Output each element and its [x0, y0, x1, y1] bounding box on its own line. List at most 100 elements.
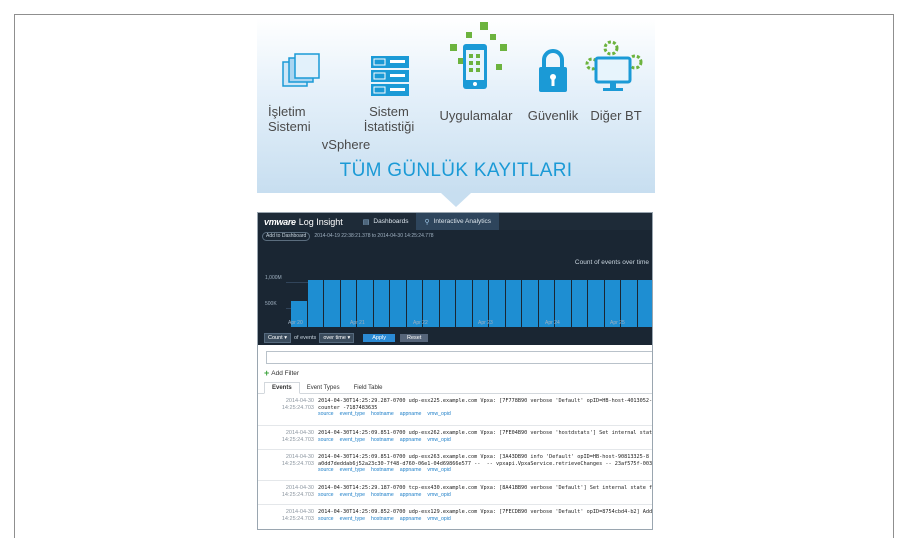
add-filter-link[interactable]: + Add Filter [258, 367, 652, 379]
field-link[interactable]: hostname [371, 411, 394, 417]
event-row[interactable]: 2014-04-30 14:25:24.703 2014-04-30T14:25:… [258, 450, 652, 481]
x-tick: Apr 22 [413, 320, 428, 326]
field-link[interactable]: hostname [371, 492, 394, 498]
chart-bar[interactable] [390, 280, 407, 327]
field-link[interactable]: event_type [340, 467, 365, 473]
field-link[interactable]: vmw_opid [427, 467, 450, 473]
result-tabs: Events Event Types Field Table [258, 381, 652, 394]
event-timestamp: 2014-04-30 14:25:24.703 [281, 454, 314, 467]
tab-events[interactable]: Events [264, 382, 300, 394]
x-tick: Apr 20 [288, 320, 303, 326]
field-link[interactable]: hostname [371, 437, 394, 443]
field-link[interactable]: event_type [340, 437, 365, 443]
event-field-links: source event_type hostname appname vmw_opid [318, 467, 457, 473]
x-tick: Apr 23 [478, 320, 493, 326]
field-link[interactable]: vmw_opid [427, 492, 450, 498]
event-message: 2014-04-30T14:25:09.851-0700 udp-esx262.… [318, 430, 653, 436]
apply-button[interactable]: Apply [363, 333, 395, 342]
field-link[interactable]: event_type [340, 516, 365, 522]
dashboard-icon: ▤ [362, 218, 370, 226]
event-timestamp: 2014-04-30 14:25:24.703 [281, 509, 314, 522]
field-link[interactable]: source [318, 516, 334, 522]
field-link[interactable]: event_type [340, 492, 365, 498]
chart-subbar: Add to Dashboard 2014-04-19 22:38:21.378… [258, 230, 652, 242]
field-link[interactable]: vmw_opid [427, 437, 450, 443]
banner-pointer [441, 193, 471, 207]
category-vsphere: vSphere [321, 137, 371, 152]
field-link[interactable]: vmw_opid [427, 516, 450, 522]
chart-bar[interactable] [439, 280, 456, 327]
chart-area: Add to Dashboard 2014-04-19 22:38:21.378… [258, 230, 652, 330]
field-link[interactable]: appname [400, 437, 422, 443]
server-icon [368, 55, 412, 104]
field-link[interactable]: appname [400, 411, 422, 417]
chart-bar[interactable] [373, 280, 390, 327]
chart-bar[interactable] [637, 280, 652, 327]
event-row[interactable]: 2014-04-30 14:25:24.703 2014-04-30T14:25:… [258, 426, 652, 450]
chart-bar[interactable] [505, 280, 522, 327]
field-link[interactable]: hostname [371, 516, 394, 522]
tab-dashboards[interactable]: ▤ Dashboards [355, 213, 417, 230]
field-link[interactable]: appname [400, 467, 422, 473]
event-timestamp: 2014-04-30 14:25:24.703 [281, 430, 314, 443]
event-field-links: source event_type hostname appname vmw_opid [318, 411, 457, 417]
field-link[interactable]: appname [400, 492, 422, 498]
x-tick: Apr 21 [350, 320, 365, 326]
event-row[interactable]: 2014-04-30 14:25:24.703 2014-04-30T14:25:… [258, 394, 652, 426]
category-security: Güvenlik [527, 108, 579, 123]
over-time-select[interactable]: over time ▾ [319, 332, 355, 343]
event-row[interactable]: 2014-04-30 14:25:24.703 2014-04-30T14:25:… [258, 505, 653, 529]
search-icon: ⚲ [424, 218, 430, 226]
event-message: 2014-04-30T14:25:29.187-0700 tcp-esx430.… [318, 485, 653, 491]
chart-bar[interactable] [307, 280, 324, 327]
banner-title: TÜM GÜNLÜK KAYITLARI [339, 160, 573, 181]
category-other: Diğer BT [590, 108, 642, 123]
chart-bar[interactable] [522, 280, 539, 327]
add-to-dashboard-button[interactable]: Add to Dashboard [262, 231, 311, 241]
event-field-links: source event_type hostname appname vmw_opid [318, 437, 457, 443]
tab-field-table[interactable]: Field Table [347, 383, 390, 393]
brand-logo: vmware Log Insight [264, 216, 343, 227]
count-select[interactable]: Count ▾ [264, 332, 291, 343]
y-tick: 500K [265, 301, 277, 307]
query-controls: Count ▾ of events over time ▾ Apply Rese… [258, 330, 652, 345]
tab-event-types[interactable]: Event Types [300, 383, 347, 393]
time-range: 2014-04-19 22:38:21.378 to 2014-04-30 14… [314, 233, 434, 239]
field-link[interactable]: event_type [340, 411, 365, 417]
search-row [258, 345, 652, 364]
field-link[interactable]: vmw_opid [427, 411, 450, 417]
category-stats: Sistem İstatistiği [363, 104, 415, 134]
field-link[interactable]: source [318, 492, 334, 498]
apps-icon [446, 20, 510, 105]
chart-bar[interactable] [571, 280, 588, 327]
chart-bar[interactable] [324, 280, 341, 327]
chart-bar[interactable] [456, 280, 473, 327]
of-events-label: of events [293, 334, 317, 341]
x-tick: Apr 24 [545, 320, 560, 326]
event-row[interactable]: 2014-04-30 14:25:24.703 2014-04-30T14:25:… [258, 481, 652, 505]
monitor-gears-icon [584, 38, 646, 103]
event-message: 2014-04-30T14:25:09.852-0700 udp-esx129.… [318, 509, 653, 515]
field-link[interactable]: source [318, 467, 334, 473]
x-tick: Apr 25 [610, 320, 625, 326]
event-field-links: source event_type hostname appname vmw_opid [318, 492, 457, 498]
app-header: vmware Log Insight ▤ Dashboards ⚲ Interac… [258, 213, 652, 230]
event-timestamp: 2014-04-30 14:25:24.703 [281, 398, 314, 411]
chart-bar[interactable] [588, 280, 605, 327]
lock-icon [536, 48, 570, 99]
reset-button[interactable]: Reset [400, 333, 429, 342]
event-message: 2014-04-30T14:25:29.287-0700 udp-esx225.… [318, 398, 653, 411]
log-insight-window: vmware Log Insight ▤ Dashboards ⚲ Interac… [257, 212, 653, 530]
events-list: 2014-04-30 14:25:24.703 2014-04-30T14:25:… [258, 394, 653, 529]
category-os: İşletim Sistemi [268, 104, 311, 134]
field-link[interactable]: hostname [371, 467, 394, 473]
tab-interactive-analytics[interactable]: ⚲ Interactive Analytics [416, 213, 500, 230]
field-link[interactable]: appname [400, 516, 422, 522]
category-apps: Uygulamalar [439, 108, 513, 123]
search-input[interactable] [266, 351, 652, 364]
y-tick: 1,000M [265, 275, 282, 281]
os-icon [281, 52, 321, 101]
event-timestamp: 2014-04-30 14:25:24.703 [281, 485, 314, 498]
field-link[interactable]: source [318, 411, 334, 417]
field-link[interactable]: source [318, 437, 334, 443]
